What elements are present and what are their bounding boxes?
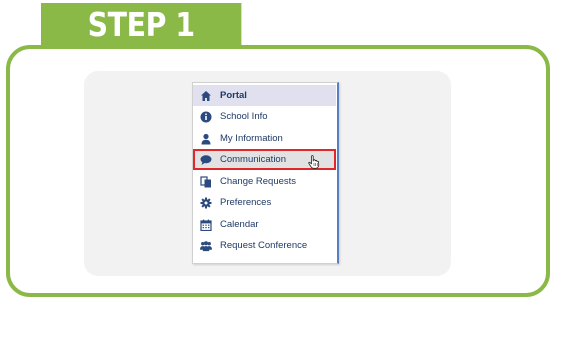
menu-item-label: School Info (220, 111, 268, 122)
menu-item-label: Calendar (220, 219, 259, 230)
menu-item-label: Request Conference (220, 240, 308, 251)
menu-item-my-information[interactable]: My Information (193, 128, 336, 149)
menu-item-portal[interactable]: Portal (193, 85, 336, 106)
portal-nav-menu: Portal School Info My Information Commun… (192, 82, 339, 264)
menu-item-label: Portal (220, 90, 247, 101)
menu-item-preferences[interactable]: Preferences (193, 192, 336, 213)
calendar-icon (200, 219, 212, 231)
users-group-icon (200, 240, 212, 252)
menu-item-label: My Information (220, 133, 283, 144)
menu-item-request-conference[interactable]: Request Conference (193, 235, 336, 256)
step-label: STEP 1 (41, 3, 242, 46)
speech-bubble-icon (200, 154, 212, 166)
info-circle-icon (200, 111, 212, 123)
menu-item-label: Preferences (220, 197, 272, 208)
hand-cursor-icon (308, 155, 320, 169)
menu-item-change-requests[interactable]: Change Requests (193, 171, 336, 192)
gear-icon (200, 197, 212, 209)
user-icon (200, 133, 212, 145)
menu-item-label: Change Requests (220, 176, 297, 187)
home-icon (200, 90, 212, 102)
documents-icon (200, 175, 212, 188)
menu-item-label: Communication (220, 154, 286, 165)
menu-item-calendar[interactable]: Calendar (193, 214, 336, 235)
menu-item-school-info[interactable]: School Info (193, 106, 336, 127)
